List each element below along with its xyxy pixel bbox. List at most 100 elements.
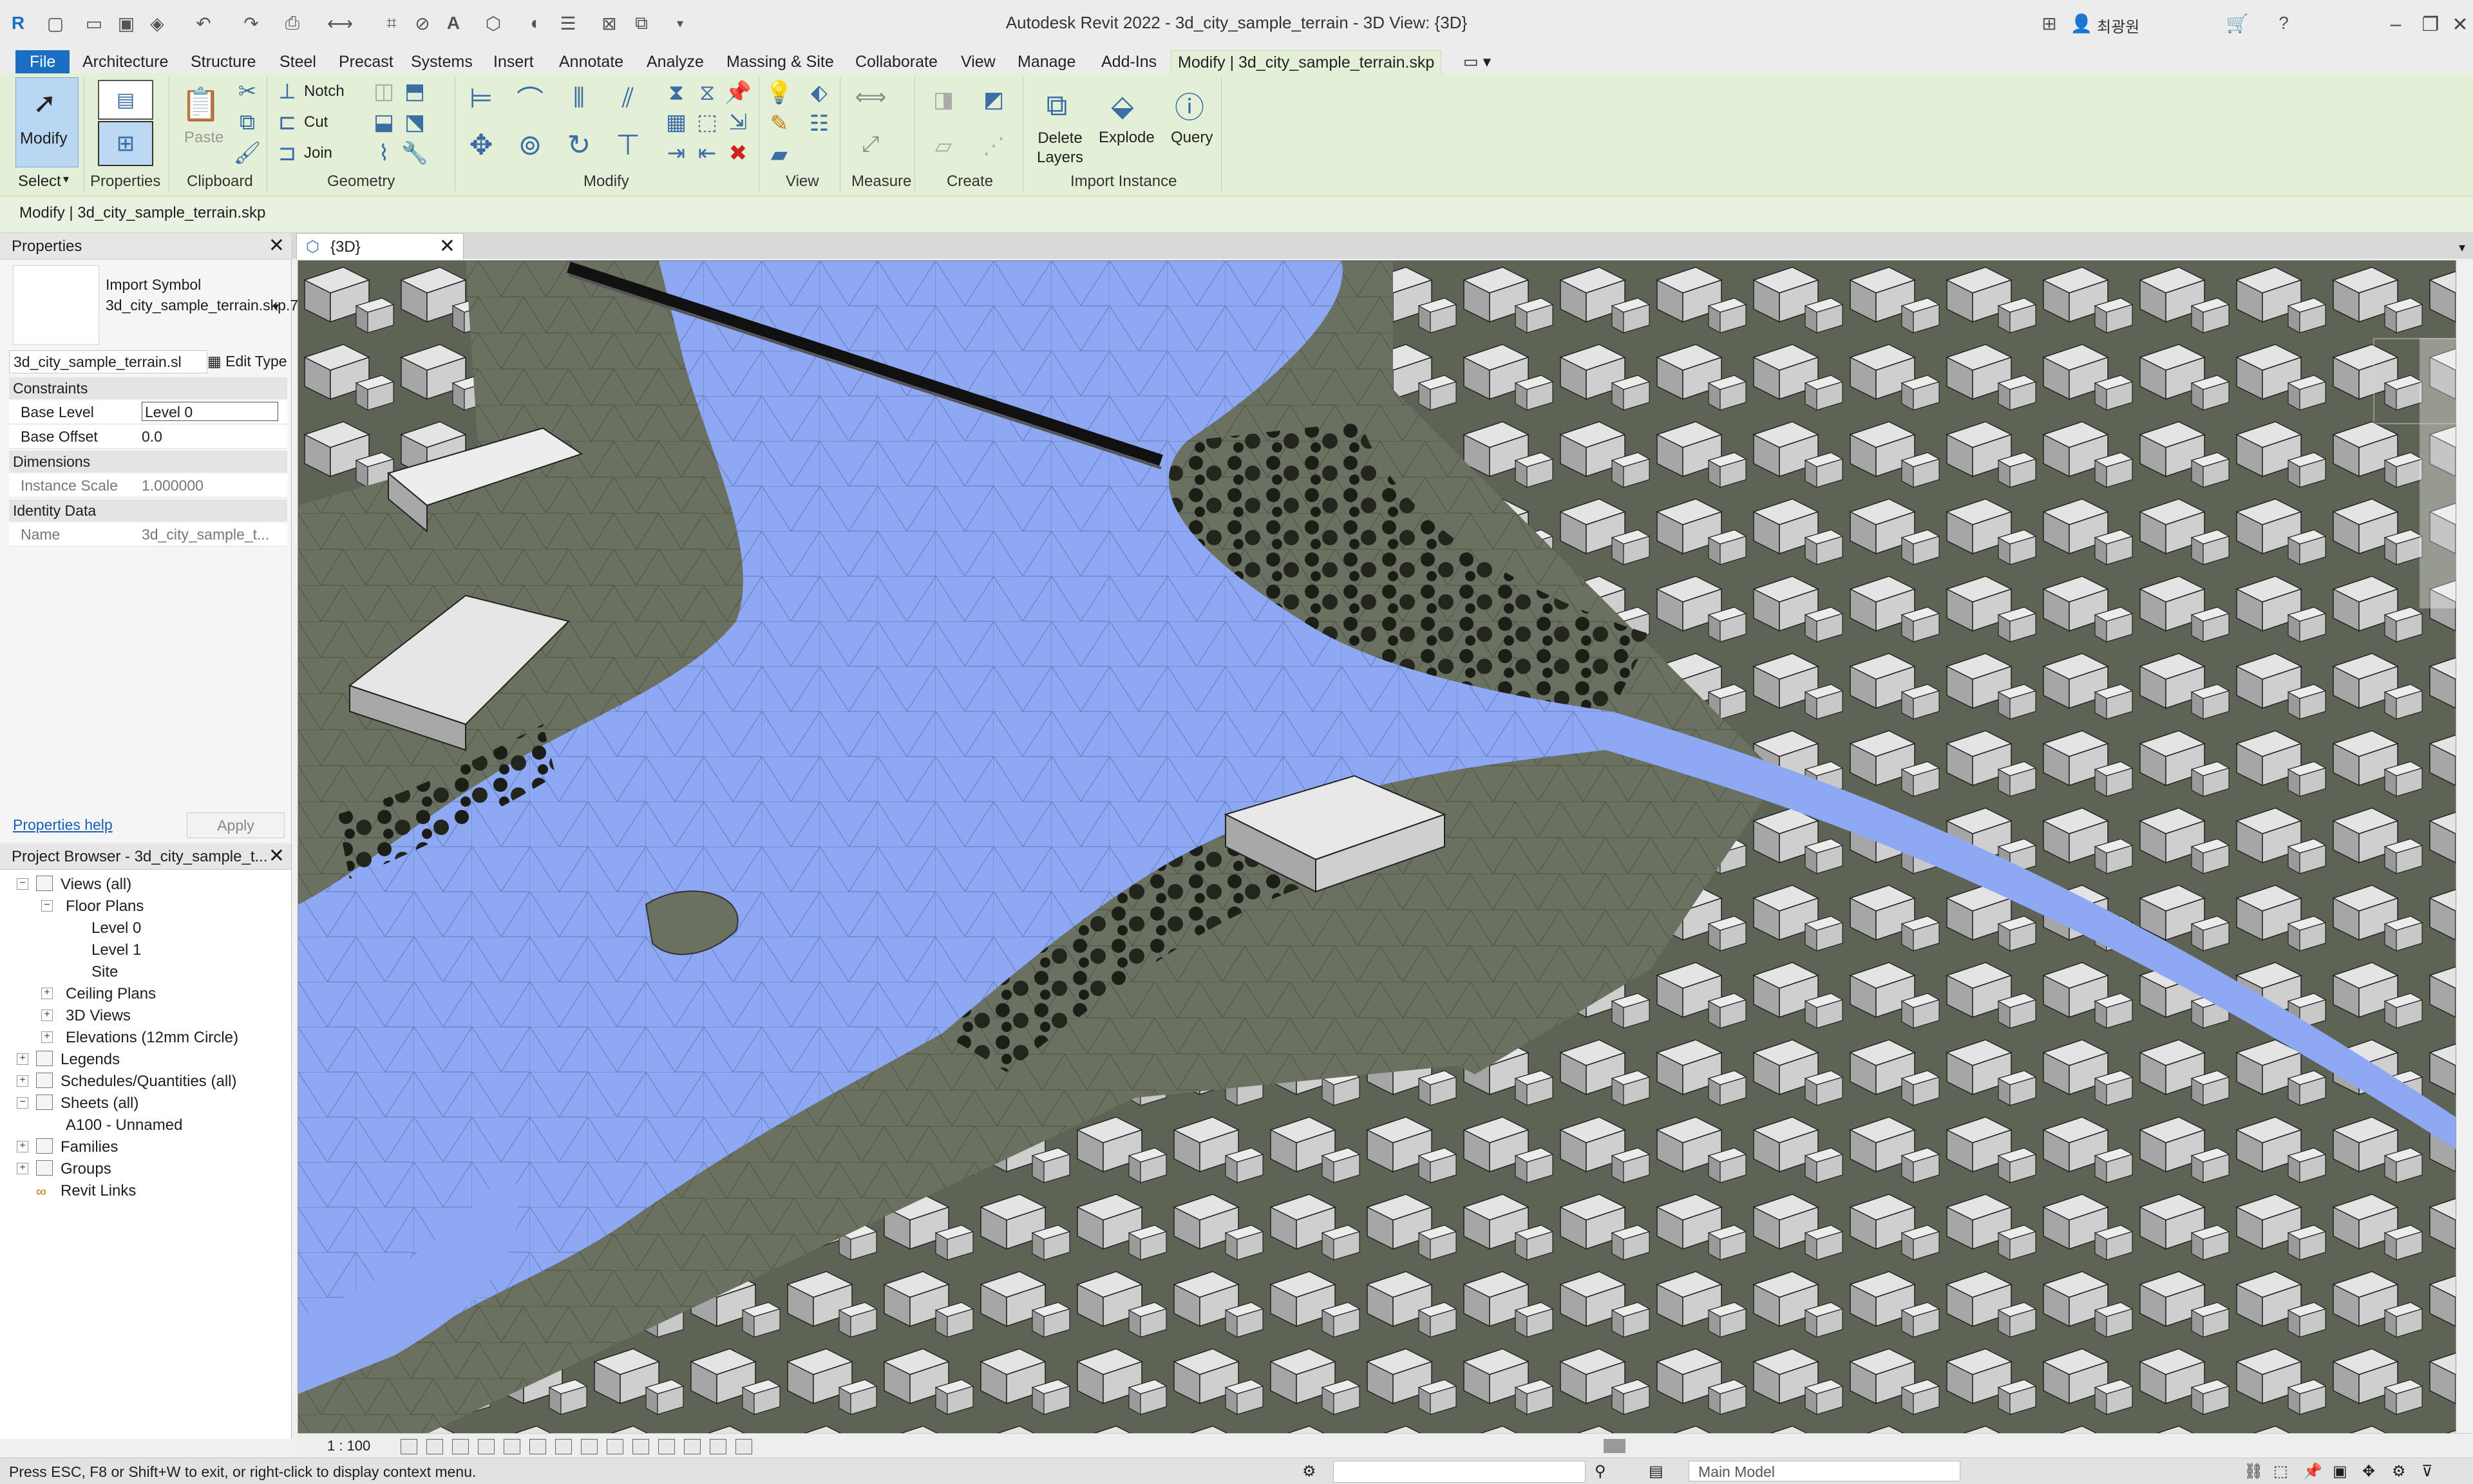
detail-level-icon[interactable] <box>401 1439 417 1454</box>
reveal-constraints-icon[interactable] <box>735 1439 752 1454</box>
create-parts-icon[interactable]: ◩ <box>974 80 1014 120</box>
expand-elevations-icon[interactable]: + <box>41 1031 53 1043</box>
select-dropdown[interactable]: Select <box>18 173 61 191</box>
select-by-face-icon[interactable]: ▣ <box>2333 1462 2347 1481</box>
info-center-icon[interactable]: ⊞ <box>2036 10 2062 36</box>
tree-site[interactable]: Site <box>91 963 118 981</box>
crop-view-icon[interactable] <box>529 1439 546 1454</box>
type-selector-chevron-icon[interactable]: ▾ <box>273 300 279 314</box>
unpin-icon[interactable]: ⇲ <box>725 109 751 135</box>
tree-3d-views[interactable]: 3D Views <box>66 1007 131 1025</box>
copy-element-icon[interactable]: ⊚ <box>510 125 550 165</box>
trim-single-icon[interactable]: ⇥ <box>663 140 689 166</box>
wall-joins-icon[interactable]: ◫ <box>372 79 395 104</box>
instance-filter-dropdown[interactable]: 3d_city_sample_terrain.sl <box>9 350 207 373</box>
workset-dropdown[interactable] <box>1333 1461 1586 1483</box>
mirror-axis-icon[interactable]: ⫴ <box>559 80 599 116</box>
collapse-sheets-icon[interactable]: − <box>17 1097 28 1109</box>
crop-region-icon[interactable] <box>555 1439 572 1454</box>
select-pinned-icon[interactable]: 📌 <box>2303 1462 2322 1481</box>
design-options-icon[interactable]: ▤ <box>1649 1462 1663 1481</box>
join-label[interactable]: Join <box>304 144 332 162</box>
help-icon[interactable]: ? <box>2271 10 2297 36</box>
horizontal-scrollbar-thumb[interactable] <box>1604 1439 1625 1453</box>
close-properties-icon[interactable]: ✕ <box>269 234 285 257</box>
view-filter-icon[interactable]: ☷ <box>806 111 832 136</box>
expand-legends-icon[interactable]: + <box>17 1053 28 1065</box>
render-icon[interactable] <box>504 1439 520 1454</box>
tree-revit-links[interactable]: Revit Links <box>61 1182 136 1200</box>
tree-schedules[interactable]: Schedules/Quantities (all) <box>61 1073 236 1091</box>
trim-extend-icon[interactable]: ⊤ <box>608 125 648 165</box>
explode-icon[interactable]: ⬙ <box>1100 80 1145 131</box>
temporary-view-properties-icon[interactable] <box>658 1439 675 1454</box>
paint-view-icon[interactable]: ▰ <box>766 142 792 167</box>
select-underlay-icon[interactable]: ⬚ <box>2273 1462 2288 1481</box>
tab-collaborate[interactable]: Collaborate <box>849 50 944 73</box>
override-graphics-icon[interactable]: 💡 <box>766 80 793 106</box>
align-icon[interactable]: ⊨ <box>461 80 501 116</box>
explode-button[interactable]: Explode <box>1099 129 1155 147</box>
split-gap-icon[interactable]: ⧖ <box>694 80 720 106</box>
close-window-button[interactable]: ✕ <box>2441 6 2473 42</box>
tab-insert[interactable]: Insert <box>487 50 540 73</box>
properties-icon[interactable]: ⊞ <box>98 121 153 166</box>
mirror-draw-icon[interactable]: ⫽ <box>608 80 648 116</box>
expand-families-icon[interactable]: + <box>17 1141 28 1152</box>
tree-families[interactable]: Families <box>61 1138 118 1156</box>
pin-icon[interactable]: 📌 <box>725 80 752 106</box>
view-tab-3d[interactable]: ⬡ {3D} ✕ <box>296 233 464 259</box>
aligned-dimension-icon[interactable]: ⤢ <box>848 125 894 164</box>
rotate-icon[interactable]: ↻ <box>559 125 599 165</box>
tree-sheets[interactable]: Sheets (all) <box>61 1094 138 1113</box>
notch-icon[interactable]: ⟂ <box>276 79 299 104</box>
create-similar-icon[interactable]: ⋰ <box>974 127 1014 165</box>
cut-geometry-icon[interactable]: ⊏ <box>276 110 299 135</box>
tree-sheet-a100[interactable]: A100 - Unnamed <box>66 1116 182 1134</box>
base-level-row[interactable]: Base Level Level 0 <box>9 400 287 424</box>
expand-ceiling-plans-icon[interactable]: + <box>41 988 53 999</box>
tab-add-ins[interactable]: Add-Ins <box>1095 50 1163 73</box>
3d-viewport[interactable] <box>298 260 2456 1434</box>
cut-label[interactable]: Cut <box>304 113 328 131</box>
sun-path-icon[interactable] <box>452 1439 469 1454</box>
tab-modify-context[interactable]: Modify | 3d_city_sample_terrain.skp <box>1171 50 1442 74</box>
split-face-icon[interactable]: ⬒ <box>403 79 426 104</box>
tree-views-all[interactable]: Views (all) <box>61 876 131 894</box>
tab-view[interactable]: View <box>954 50 1002 73</box>
expand-3d-views-icon[interactable]: + <box>41 1010 53 1021</box>
apply-button[interactable]: Apply <box>187 812 285 838</box>
trim-multiple-icon[interactable]: ⇤ <box>694 140 720 166</box>
demolish-icon[interactable]: ⬓ <box>372 110 395 135</box>
linework-icon[interactable]: ✎ <box>766 111 792 136</box>
tab-file[interactable]: File <box>15 50 70 73</box>
match-type-icon[interactable]: 🖌 <box>233 140 261 166</box>
delete-icon[interactable]: ✖ <box>725 140 751 166</box>
user-name[interactable]: 최광원 <box>2097 14 2139 37</box>
base-offset-row[interactable]: Base Offset 0.0 <box>9 425 287 449</box>
create-group-icon[interactable]: ▱ <box>924 127 963 165</box>
lock-view-icon[interactable] <box>581 1439 598 1454</box>
tree-level-1[interactable]: Level 1 <box>91 941 141 959</box>
highlight-displacement-icon[interactable] <box>710 1439 726 1454</box>
collapse-floor-plans-icon[interactable]: − <box>41 900 53 912</box>
close-view-icon[interactable]: ✕ <box>439 235 455 258</box>
expand-groups-icon[interactable]: + <box>17 1163 28 1174</box>
paste-icon[interactable]: 📋 <box>181 80 221 129</box>
array-icon[interactable]: ▦ <box>663 109 689 135</box>
hide-in-view-icon[interactable]: ⬖ <box>806 80 832 106</box>
split-icon[interactable]: ⧗ <box>663 80 689 106</box>
close-browser-icon[interactable]: ✕ <box>269 845 285 867</box>
filter-icon[interactable]: ⊽ <box>2421 1462 2433 1481</box>
background-processes-icon[interactable]: ⚙ <box>2392 1462 2406 1481</box>
view-scale[interactable]: 1 : 100 <box>327 1438 370 1454</box>
tab-annotate[interactable]: Annotate <box>553 50 630 73</box>
tab-systems[interactable]: Systems <box>404 50 479 73</box>
cut-clipboard-icon[interactable]: ✂ <box>234 79 260 104</box>
tab-architecture[interactable]: Architecture <box>76 50 175 73</box>
shadows-icon[interactable] <box>478 1439 495 1454</box>
wrench-icon[interactable]: 🔧 <box>401 141 428 165</box>
worksharing-icon[interactable]: ⚙ <box>1302 1462 1316 1481</box>
select-chevron-icon[interactable]: ▾ <box>63 173 69 186</box>
delete-layers-button[interactable]: Delete Layers <box>1034 129 1086 167</box>
